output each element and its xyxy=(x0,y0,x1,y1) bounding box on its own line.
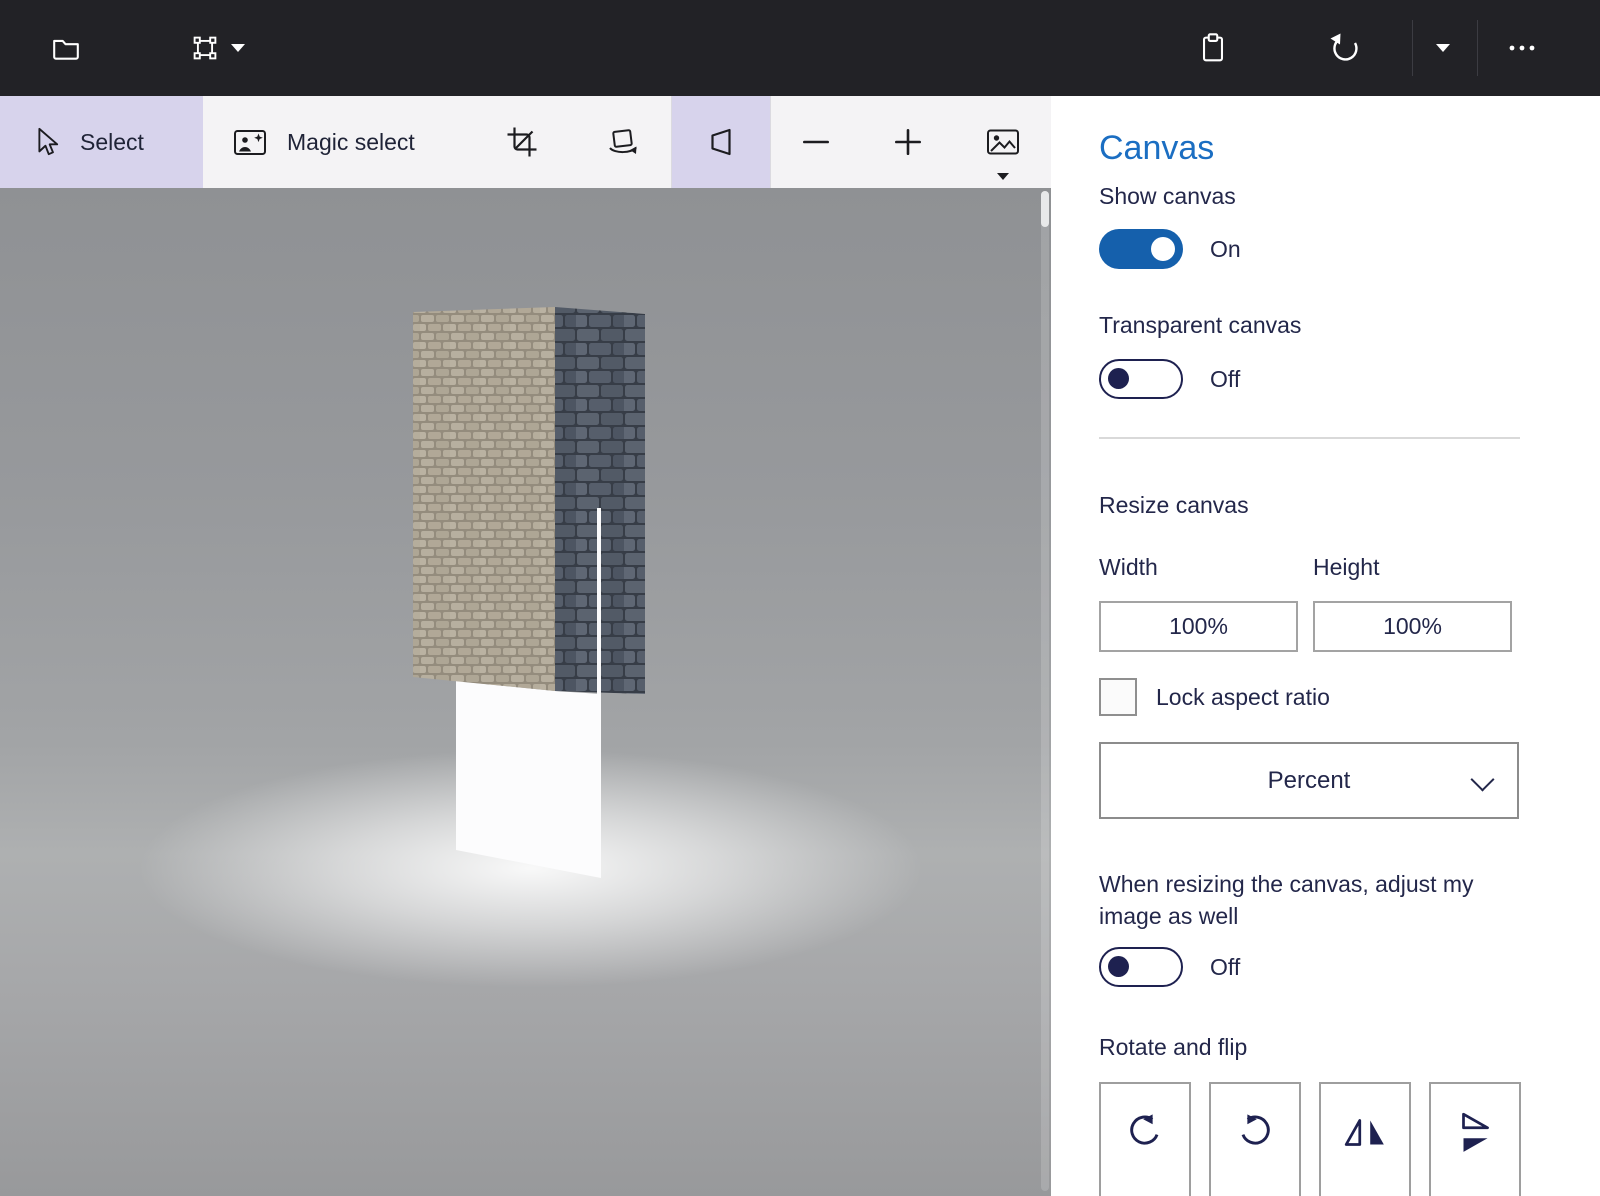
canvas-scrollbar-track[interactable] xyxy=(1041,191,1049,1191)
3d-rotate-icon xyxy=(609,129,637,154)
show-canvas-state: On xyxy=(1210,235,1241,262)
adjust-image-text: When resizing the canvas, adjust my imag… xyxy=(1099,871,1474,929)
canvas-panel: Canvas Show canvas On Transparent canvas… xyxy=(1051,96,1600,1196)
transparent-canvas-label: Transparent canvas xyxy=(1099,312,1302,338)
canvas-plane[interactable] xyxy=(456,681,601,878)
select-tool-label: Select xyxy=(80,128,144,155)
resize-unit-value: Percent xyxy=(1267,766,1351,794)
height-label: Height xyxy=(1313,554,1380,580)
transparent-canvas-toggle[interactable] xyxy=(1099,359,1183,399)
3d-scene[interactable] xyxy=(0,188,1051,1196)
rotate-view-tool-button[interactable] xyxy=(575,96,671,188)
canvas-viewport[interactable] xyxy=(0,188,1051,1196)
toggle-knob xyxy=(1108,956,1129,977)
wall-left-face[interactable] xyxy=(413,307,555,691)
chevron-down-icon xyxy=(1470,767,1495,792)
artboard-tool-button[interactable] xyxy=(172,0,260,96)
perspective-icon xyxy=(711,128,731,156)
zoom-out-button[interactable] xyxy=(771,96,861,188)
width-label: Width xyxy=(1099,554,1158,580)
show-canvas-toggle[interactable] xyxy=(1099,229,1183,269)
adjust-image-state: Off xyxy=(1210,953,1241,980)
magic-select-tool-button[interactable]: Magic select xyxy=(203,96,471,188)
panel-title: Canvas xyxy=(1099,128,1215,167)
adjust-image-toggle[interactable] xyxy=(1099,947,1183,987)
flip-horizontal-icon xyxy=(1344,1119,1384,1146)
rotate-flip-heading: Rotate and flip xyxy=(1099,1034,1248,1060)
rotate-right-button[interactable] xyxy=(1209,1082,1301,1196)
rotate-left-button[interactable] xyxy=(1099,1082,1191,1196)
crop-icon xyxy=(507,127,537,157)
cursor-icon xyxy=(38,127,59,156)
undo-icon xyxy=(1330,33,1358,61)
ellipsis-icon xyxy=(1509,45,1535,51)
plus-icon xyxy=(895,129,921,155)
flip-horizontal-button[interactable] xyxy=(1319,1082,1411,1196)
minus-icon xyxy=(803,140,829,144)
folder-icon xyxy=(53,39,79,60)
show-canvas-label: Show canvas xyxy=(1099,183,1236,209)
file-menu-button[interactable] xyxy=(39,0,93,96)
rotate-left-icon xyxy=(1130,1114,1159,1145)
image-icon xyxy=(987,129,1019,155)
zoom-in-button[interactable] xyxy=(861,96,955,188)
toggle-knob xyxy=(1108,368,1129,389)
chevron-down-icon xyxy=(1436,44,1450,52)
transparent-canvas-state: Off xyxy=(1210,365,1241,392)
more-options-button[interactable] xyxy=(1498,0,1546,96)
history-dropdown-button[interactable] xyxy=(1420,0,1466,96)
panel-divider xyxy=(1099,437,1520,439)
chevron-down-icon xyxy=(997,173,1009,180)
height-input[interactable] xyxy=(1313,601,1512,652)
canvas-image-tool-button[interactable] xyxy=(955,96,1051,188)
clipboard-icon xyxy=(1202,33,1224,62)
flip-vertical-button[interactable] xyxy=(1429,1082,1521,1196)
titlebar xyxy=(0,0,1600,96)
undo-button[interactable] xyxy=(1318,0,1372,96)
select-tool-button[interactable]: Select xyxy=(0,96,203,188)
crop-tool-button[interactable] xyxy=(471,96,573,188)
chevron-down-icon xyxy=(230,44,245,52)
toggle-knob xyxy=(1151,237,1175,261)
toolbar: Select Magic select xyxy=(0,96,1051,188)
lock-aspect-checkbox[interactable] xyxy=(1099,678,1137,716)
flip-vertical-icon xyxy=(1462,1112,1489,1152)
lock-aspect-label: Lock aspect ratio xyxy=(1156,684,1330,710)
canvas-scrollbar-thumb[interactable] xyxy=(1041,191,1049,227)
titlebar-separator xyxy=(1477,20,1478,76)
magic-select-label: Magic select xyxy=(287,128,415,155)
paste-button[interactable] xyxy=(1186,0,1240,96)
titlebar-separator xyxy=(1412,20,1413,76)
magic-select-icon xyxy=(234,130,266,155)
perspective-tool-button[interactable] xyxy=(672,96,770,188)
width-input[interactable] xyxy=(1099,601,1298,652)
rotate-right-icon xyxy=(1241,1114,1270,1145)
crop-board-icon xyxy=(193,36,216,60)
canvas-plane-edge xyxy=(597,508,601,694)
resize-canvas-heading: Resize canvas xyxy=(1099,492,1249,518)
resize-unit-dropdown[interactable]: Percent xyxy=(1099,742,1519,819)
